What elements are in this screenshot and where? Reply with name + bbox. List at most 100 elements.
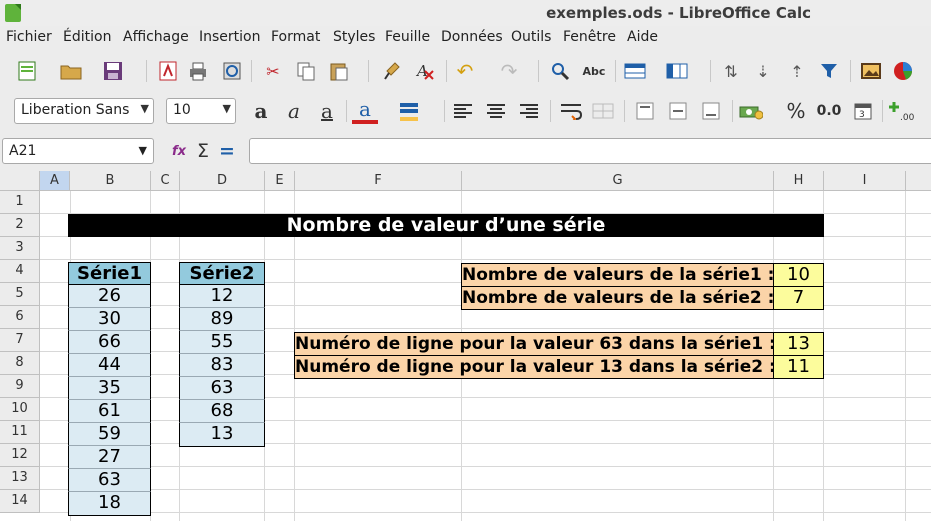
clear-formatting-icon[interactable]: A — [412, 58, 438, 84]
serie1-cell[interactable]: 35 — [68, 377, 151, 400]
match2-label[interactable]: Numéro de ligne pour la valeur 13 dans l… — [294, 355, 776, 379]
copy-icon[interactable] — [293, 58, 319, 84]
font-size-combo[interactable]: 10 ▼ — [166, 98, 236, 124]
count1-label[interactable]: Nombre de valeurs de la série1 : — [461, 263, 774, 287]
formula-input[interactable] — [249, 138, 931, 164]
merge-cells-icon[interactable] — [590, 98, 616, 124]
autofilter-icon[interactable] — [816, 58, 842, 84]
sheet-banner-title[interactable]: Nombre de valeur d’une série — [68, 214, 824, 237]
column-header-h[interactable]: H — [774, 171, 824, 191]
sort-descending-icon[interactable]: ⇣ — [750, 58, 776, 84]
serie1-cell[interactable]: 27 — [68, 446, 151, 469]
row-header[interactable]: 5 — [0, 283, 40, 306]
serie1-cell[interactable]: 59 — [68, 423, 151, 446]
print-icon[interactable] — [185, 58, 211, 84]
column-header-g[interactable]: G — [462, 171, 774, 191]
background-color-icon[interactable] — [396, 98, 422, 124]
row-header[interactable]: 9 — [0, 375, 40, 398]
menu-styles[interactable]: Styles — [333, 29, 375, 45]
serie1-header[interactable]: Série1 — [68, 262, 151, 285]
underline-icon[interactable]: a — [314, 98, 340, 124]
chevron-down-icon[interactable]: ▼ — [139, 144, 147, 157]
cut-icon[interactable]: ✂ — [260, 58, 286, 84]
chevron-down-icon[interactable]: ▼ — [141, 102, 149, 115]
column-header-i[interactable]: I — [824, 171, 906, 191]
row-header[interactable]: 6 — [0, 306, 40, 329]
sum-icon[interactable]: Σ — [190, 138, 216, 164]
count2-label[interactable]: Nombre de valeurs de la série2 : — [461, 286, 774, 310]
menu-feuille[interactable]: Feuille — [385, 29, 430, 45]
undo-icon[interactable]: ↶ — [452, 58, 478, 84]
row-header[interactable]: 10 — [0, 398, 40, 421]
align-bottom-icon[interactable] — [698, 98, 724, 124]
align-left-icon[interactable] — [450, 98, 476, 124]
menu-fenetre[interactable]: Fenêtre — [563, 29, 616, 45]
serie2-cell[interactable]: 55 — [179, 331, 265, 354]
spelling-icon[interactable]: Abc — [581, 58, 607, 84]
serie2-cell[interactable]: 12 — [179, 285, 265, 308]
serie2-cell[interactable]: 89 — [179, 308, 265, 331]
row-header[interactable]: 11 — [0, 421, 40, 444]
row-header[interactable]: 1 — [0, 191, 40, 214]
currency-format-icon[interactable] — [738, 98, 764, 124]
menu-insertion[interactable]: Insertion — [199, 29, 260, 45]
function-wizard-icon[interactable]: fx — [166, 138, 192, 164]
align-right-icon[interactable] — [516, 98, 542, 124]
menu-format[interactable]: Format — [271, 29, 320, 45]
serie1-cell[interactable]: 26 — [68, 285, 151, 308]
serie2-cell[interactable]: 68 — [179, 400, 265, 423]
insert-image-icon[interactable] — [858, 58, 884, 84]
row-header[interactable]: 14 — [0, 490, 40, 513]
row-header[interactable]: 2 — [0, 214, 40, 237]
align-center-icon[interactable] — [483, 98, 509, 124]
find-replace-icon[interactable] — [547, 58, 573, 84]
italic-icon[interactable]: a — [281, 98, 307, 124]
add-decimal-icon[interactable]: .00 — [888, 98, 914, 124]
menu-fichier[interactable]: Fichier — [6, 29, 52, 45]
date-format-icon[interactable]: 3 — [850, 98, 876, 124]
serie1-cell[interactable]: 44 — [68, 354, 151, 377]
align-top-icon[interactable] — [632, 98, 658, 124]
column-header-a[interactable]: A — [40, 171, 70, 191]
row-header[interactable]: 4 — [0, 260, 40, 283]
column-header-j[interactable] — [906, 171, 931, 191]
number-format-icon[interactable]: 0.0 — [814, 98, 844, 124]
name-box[interactable]: A21 ▼ — [2, 138, 154, 164]
column-header-d[interactable]: D — [180, 171, 265, 191]
serie2-cell[interactable]: 13 — [179, 423, 265, 447]
row-header[interactable]: 3 — [0, 237, 40, 260]
clone-formatting-icon[interactable] — [380, 58, 406, 84]
font-name-combo[interactable]: Liberation Sans ▼ — [14, 98, 154, 124]
serie1-cell[interactable]: 66 — [68, 331, 151, 354]
formula-equals-icon[interactable]: = — [214, 138, 240, 164]
export-pdf-icon[interactable] — [155, 58, 181, 84]
match1-value[interactable]: 13 — [773, 332, 824, 356]
serie2-header[interactable]: Série2 — [179, 262, 265, 285]
insert-chart-icon[interactable] — [890, 58, 916, 84]
select-all-corner[interactable] — [0, 171, 40, 191]
redo-icon[interactable]: ↷ — [496, 58, 522, 84]
paste-icon[interactable] — [326, 58, 352, 84]
menu-affichage[interactable]: Affichage — [123, 29, 189, 45]
new-document-icon[interactable] — [14, 58, 40, 84]
chevron-down-icon[interactable]: ▼ — [223, 102, 231, 115]
count1-value[interactable]: 10 — [773, 263, 824, 287]
column-header-e[interactable]: E — [265, 171, 295, 191]
row-header[interactable]: 13 — [0, 467, 40, 490]
column-header-c[interactable]: C — [151, 171, 180, 191]
serie1-cell[interactable]: 63 — [68, 469, 151, 492]
menu-aide[interactable]: Aide — [627, 29, 658, 45]
menu-edition[interactable]: Édition — [63, 29, 111, 45]
serie1-cell[interactable]: 61 — [68, 400, 151, 423]
row-header[interactable]: 12 — [0, 444, 40, 467]
match2-value[interactable]: 11 — [773, 355, 824, 379]
font-color-icon[interactable]: a — [352, 97, 378, 124]
column-header-b[interactable]: B — [70, 171, 151, 191]
match1-label[interactable]: Numéro de ligne pour la valeur 63 dans l… — [294, 332, 776, 356]
serie1-cell[interactable]: 18 — [68, 492, 151, 516]
save-icon[interactable] — [100, 58, 126, 84]
wrap-text-icon[interactable] — [558, 98, 584, 124]
center-vertically-icon[interactable] — [665, 98, 691, 124]
serie1-cell[interactable]: 30 — [68, 308, 151, 331]
print-preview-icon[interactable] — [219, 58, 245, 84]
